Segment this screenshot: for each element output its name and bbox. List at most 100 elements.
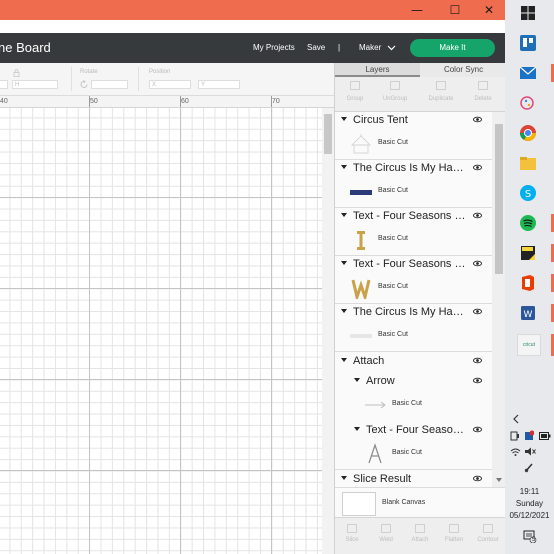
file-explorer-icon[interactable] — [519, 154, 537, 172]
width-field[interactable] — [0, 80, 8, 89]
group-header[interactable]: Attach — [335, 353, 492, 370]
flatten-button[interactable]: Flatten — [437, 524, 471, 543]
tab-layers[interactable]: Layers — [335, 63, 420, 77]
device-icon[interactable] — [510, 431, 520, 441]
caret-down-icon[interactable] — [354, 378, 360, 382]
layer-header[interactable]: Text - Four Seasons Happy — [335, 208, 492, 225]
layer-header[interactable]: Text - Four Seasons Happy — [335, 422, 492, 439]
layer-name: Circus Tent — [353, 114, 408, 126]
blank-canvas-row[interactable]: Blank Canvas — [335, 487, 505, 518]
cricut-label: cricut — [523, 342, 535, 348]
canvas-scroll-thumb[interactable] — [324, 114, 332, 154]
svg-text:W: W — [524, 310, 533, 320]
layer-header[interactable]: Arrow — [335, 373, 492, 390]
clock-date[interactable]: 05/12/2021 — [505, 511, 554, 520]
caret-down-icon[interactable] — [341, 213, 347, 217]
layer-header[interactable]: Text - Four Seasons Happy — [335, 256, 492, 273]
chevron-left-icon[interactable] — [512, 414, 520, 424]
machine-selector[interactable]: Maker — [359, 33, 381, 63]
canvas-scrollbar[interactable] — [322, 108, 334, 554]
eye-icon[interactable] — [473, 356, 482, 365]
eye-icon[interactable] — [473, 376, 482, 385]
group-name: Attach — [353, 355, 385, 367]
battery-icon[interactable] — [539, 432, 551, 440]
my-projects-link[interactable]: My Projects — [253, 33, 295, 63]
y-field[interactable]: Y — [198, 80, 240, 89]
cut-type-label: Basic Cut — [378, 331, 408, 338]
eye-icon[interactable] — [473, 474, 482, 483]
make-it-button[interactable]: Make It — [410, 39, 495, 57]
blank-canvas-label: Blank Canvas — [382, 499, 426, 506]
scroll-down-icon[interactable] — [496, 478, 502, 483]
rotate-label: Rotate — [80, 69, 98, 75]
sticky-notes-icon[interactable] — [519, 244, 537, 262]
close-button[interactable]: ✕ — [470, 0, 505, 20]
layer-row[interactable]: Basic Cut — [335, 273, 492, 303]
contour-button[interactable]: Contour — [471, 524, 505, 543]
delete-button[interactable]: Delete — [463, 81, 503, 102]
lock-icon[interactable] — [13, 69, 20, 77]
design-canvas[interactable] — [0, 108, 334, 554]
save-link[interactable]: Save — [307, 33, 325, 63]
wifi-icon[interactable] — [510, 447, 521, 456]
caret-down-icon[interactable] — [341, 358, 347, 362]
trello-icon[interactable] — [519, 34, 537, 52]
toolbar-divider — [71, 67, 72, 91]
spotify-icon[interactable] — [519, 214, 537, 232]
layer-row[interactable]: Basic Cut — [335, 177, 492, 207]
layer-header[interactable]: Circus Tent — [335, 112, 492, 129]
weld-button[interactable]: Weld — [369, 524, 403, 543]
tab-color-sync[interactable]: Color Sync — [421, 63, 505, 77]
layer-row[interactable]: Basic Cut — [335, 390, 492, 420]
maximize-button[interactable]: ☐ — [436, 0, 474, 20]
group-icon — [350, 81, 360, 90]
layer-header[interactable]: The Circus Is My Happy Place — [335, 160, 492, 177]
clock-time[interactable]: 19:11 — [505, 487, 554, 496]
caret-down-icon[interactable] — [341, 261, 347, 265]
clock-day[interactable]: Sunday — [505, 499, 554, 508]
minimize-button[interactable]: — — [398, 0, 436, 20]
blank-canvas-swatch[interactable] — [342, 492, 376, 516]
layer-row[interactable]: Basic Cut — [335, 225, 492, 255]
eye-icon[interactable] — [473, 307, 482, 316]
rotate-field[interactable] — [91, 80, 128, 89]
word-icon[interactable]: W — [519, 304, 537, 322]
eye-icon[interactable] — [473, 115, 482, 124]
attach-button[interactable]: Attach — [403, 524, 437, 543]
eye-icon[interactable] — [473, 163, 482, 172]
mail-icon[interactable] — [519, 64, 537, 82]
duplicate-button[interactable]: Duplicate — [421, 81, 461, 102]
windows-start-icon[interactable] — [519, 4, 537, 22]
eye-icon[interactable] — [473, 211, 482, 220]
speaker-muted-icon[interactable] — [524, 447, 536, 456]
layer-operations: Group UnGroup Duplicate Delete — [335, 77, 505, 112]
security-alert-icon[interactable] — [524, 430, 534, 441]
ruler-label: 40 — [0, 98, 8, 105]
layers-scrollbar[interactable] — [492, 112, 505, 487]
layer-header[interactable]: The Circus Is My Happy Place — [335, 304, 492, 321]
group-button[interactable]: Group — [335, 81, 375, 102]
x-field[interactable]: X — [149, 80, 191, 89]
caret-down-icon[interactable] — [341, 117, 347, 121]
group-header[interactable]: Slice Result — [335, 471, 492, 487]
ungroup-button[interactable]: UnGroup — [375, 81, 415, 102]
caret-down-icon[interactable] — [354, 427, 360, 431]
caret-down-icon[interactable] — [341, 309, 347, 313]
layer-row[interactable]: Basic Cut — [335, 129, 492, 159]
eye-icon[interactable] — [473, 259, 482, 268]
cricut-app-icon[interactable]: cricut — [517, 334, 541, 356]
height-field[interactable]: H — [12, 80, 58, 89]
chevron-down-icon[interactable] — [387, 45, 396, 51]
slice-button[interactable]: Slice — [335, 524, 369, 543]
chrome-icon[interactable] — [519, 124, 537, 142]
office-icon[interactable] — [519, 274, 537, 292]
caret-down-icon[interactable] — [341, 165, 347, 169]
layers-scroll-thumb[interactable] — [495, 124, 503, 274]
layer-row[interactable]: Basic Cut — [335, 321, 492, 351]
paint-icon[interactable] — [519, 94, 537, 112]
eye-icon[interactable] — [473, 425, 482, 434]
skype-icon[interactable]: S — [519, 184, 537, 202]
pen-icon[interactable] — [524, 462, 534, 473]
layer-row[interactable]: Basic Cut — [335, 439, 492, 469]
caret-down-icon[interactable] — [341, 476, 347, 480]
